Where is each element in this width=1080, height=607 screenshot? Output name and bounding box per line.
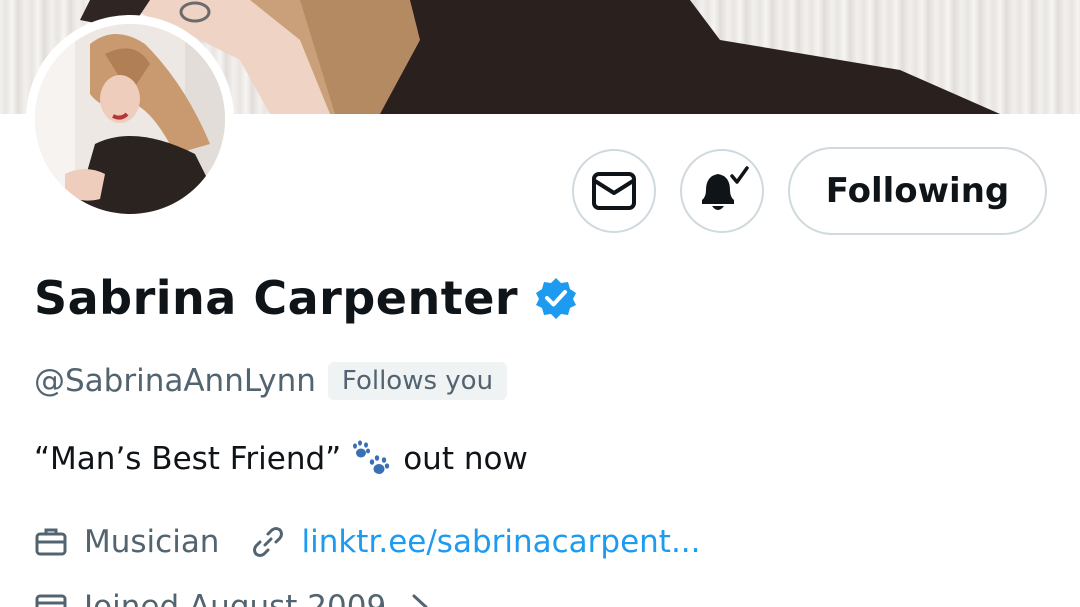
link-icon xyxy=(253,527,284,557)
profile-page: Following Sabrina Carpenter @SabrinaAnnL… xyxy=(0,0,1080,607)
briefcase-icon xyxy=(35,528,67,556)
user-handle: @SabrinaAnnLynn xyxy=(34,363,316,399)
profile-website[interactable]: linktr.ee/sabrinacarpent... xyxy=(251,524,701,560)
verified-badge-icon xyxy=(536,278,577,319)
profile-name-row: Sabrina Carpenter xyxy=(34,266,578,330)
calendar-icon xyxy=(35,594,67,607)
category-label: Musician xyxy=(84,524,220,560)
profile-avatar[interactable] xyxy=(26,15,234,223)
envelope-icon xyxy=(592,172,636,210)
profile-meta-row: Musician linktr.ee/sabrinacarpent... xyxy=(34,517,733,567)
joined-date: Joined August 2009 xyxy=(84,589,387,607)
profile-joined-row: Joined August 2009 xyxy=(34,582,432,607)
profile-bio: “Man’s Best Friend” out now xyxy=(34,434,528,484)
chevron-right-icon[interactable] xyxy=(408,592,432,607)
profile-category: Musician xyxy=(34,524,219,560)
paw-prints-icon xyxy=(353,440,390,474)
bell-check-icon xyxy=(702,166,749,210)
message-button[interactable] xyxy=(572,149,656,233)
follows-you-badge: Follows you xyxy=(327,362,508,400)
website-link[interactable]: linktr.ee/sabrinacarpent... xyxy=(301,524,700,560)
display-name: Sabrina Carpenter xyxy=(34,271,519,325)
bio-text-end: out now xyxy=(403,441,528,477)
notifications-button[interactable] xyxy=(680,149,764,233)
following-button[interactable]: Following xyxy=(788,147,1047,235)
avatar-photo xyxy=(35,24,225,214)
bio-text-start: “Man’s Best Friend” xyxy=(34,441,342,477)
handle-row: @SabrinaAnnLynn Follows you xyxy=(34,356,508,406)
